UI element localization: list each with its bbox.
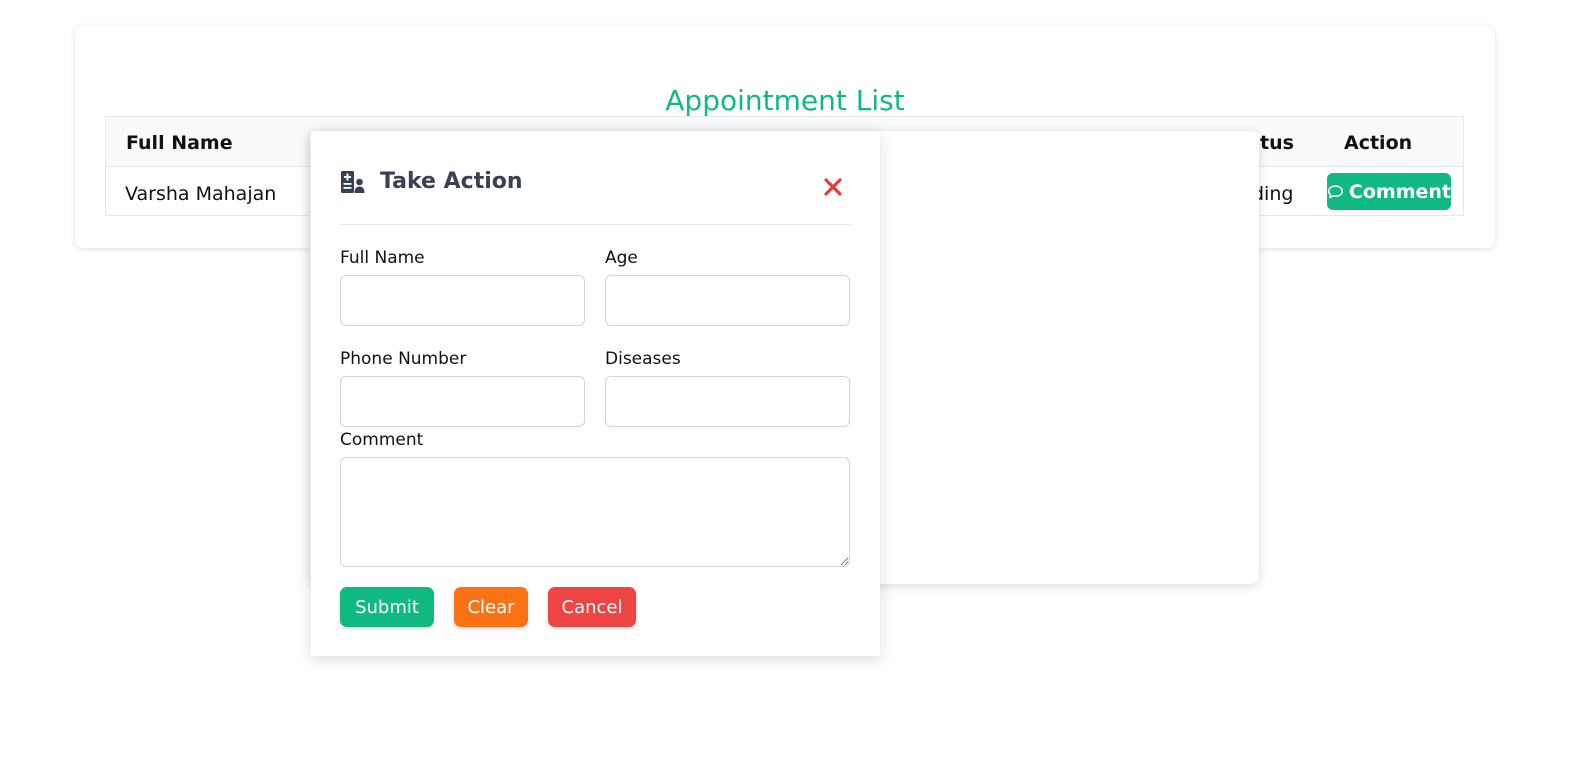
cancel-button[interactable]: Cancel — [548, 587, 636, 627]
header-action: Action — [1344, 132, 1413, 154]
header-full-name: Full Name — [126, 132, 233, 154]
phone-number-label: Phone Number — [340, 349, 467, 369]
header-status: tus — [1260, 132, 1294, 154]
age-label: Age — [605, 248, 638, 268]
diseases-label: Diseases — [605, 349, 681, 369]
comment-button[interactable]: Comment — [1327, 173, 1451, 210]
full-name-label: Full Name — [340, 248, 425, 268]
clear-button[interactable]: Clear — [454, 587, 528, 627]
submit-button[interactable]: Submit — [340, 587, 434, 627]
close-icon[interactable] — [821, 175, 845, 199]
diseases-input[interactable] — [605, 376, 850, 427]
full-name-input[interactable] — [340, 275, 585, 326]
phone-number-input[interactable] — [340, 376, 585, 427]
modal-header: Take Action — [340, 169, 523, 194]
row-full-name: Varsha Mahajan — [125, 183, 277, 205]
medical-record-icon — [341, 170, 365, 193]
comment-button-label: Comment — [1348, 180, 1451, 203]
comment-textarea[interactable] — [340, 457, 850, 567]
comment-label: Comment — [340, 430, 424, 450]
page-title: Appointment List — [665, 84, 905, 117]
modal-divider — [340, 224, 851, 225]
age-input[interactable] — [605, 275, 850, 326]
chat-bubble-icon — [1327, 184, 1343, 198]
modal-title: Take Action — [380, 169, 523, 194]
take-action-modal: Take Action Full Name Age Phone Number D… — [311, 131, 880, 656]
